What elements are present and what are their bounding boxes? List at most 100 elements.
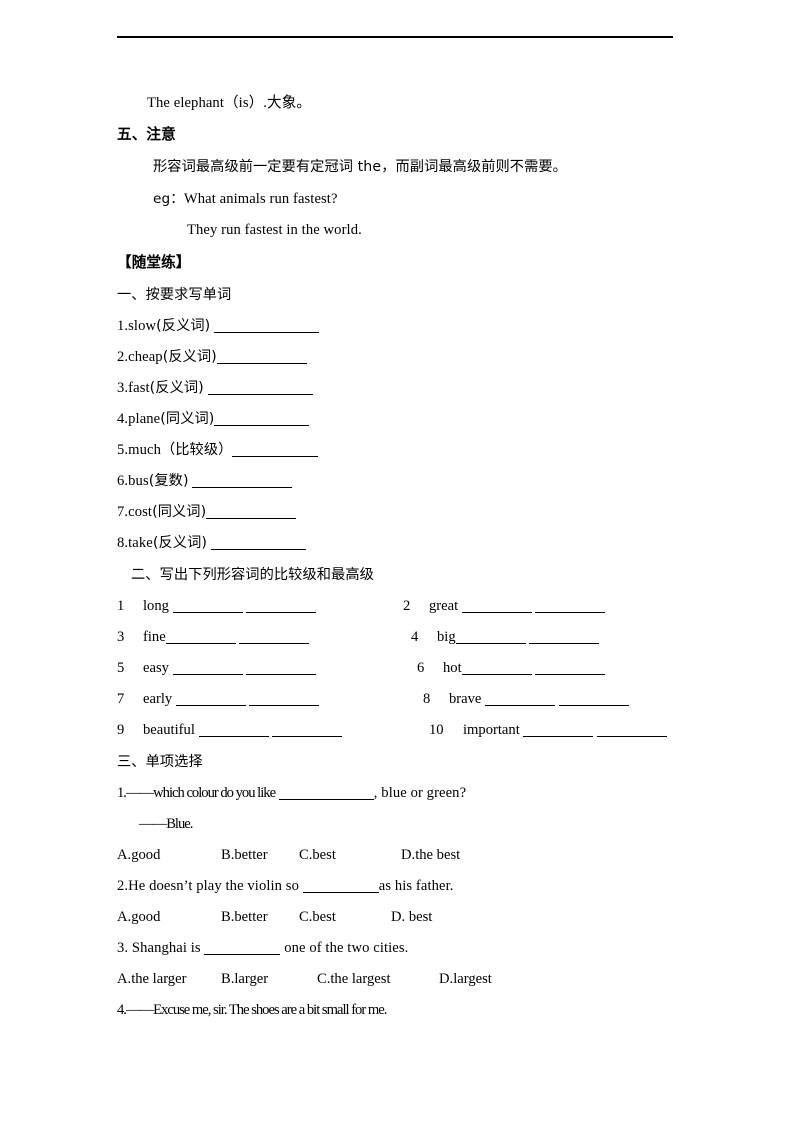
- mcq-question-2: 2.He doesn’t play the violin so as his f…: [117, 871, 677, 902]
- item-number: 2: [403, 598, 411, 614]
- example-sentence-line: The elephant（is）.大象。: [117, 88, 677, 119]
- mcq-option-a[interactable]: A.the larger: [117, 964, 221, 995]
- mcq-option-a[interactable]: A.good: [117, 840, 221, 871]
- answer-blank[interactable]: [207, 380, 313, 395]
- word-item-word: cost: [128, 504, 153, 520]
- note-body-line: 形容词最高级前一定要有定冠词 the，而副词最高级前则不需要。: [117, 151, 677, 184]
- mcq-option-b[interactable]: B.better: [221, 902, 299, 933]
- item-word: big: [437, 629, 456, 645]
- comparatives-right-cell: 6 hot: [417, 653, 606, 684]
- item-word: beautiful: [143, 722, 195, 738]
- comparatives-left-cell: 7 early: [117, 684, 320, 715]
- mcq-q3-options: A.the larger B.larger C.the largest D.large…: [117, 964, 677, 995]
- answer-blank[interactable]: [214, 318, 320, 333]
- mcq-option-d[interactable]: D. best: [391, 902, 432, 933]
- mcq-option-d[interactable]: D.the best: [401, 840, 460, 871]
- superlative-blank[interactable]: [535, 598, 606, 613]
- mcq-option-b[interactable]: B.better: [221, 840, 299, 871]
- word-item-hint: (反义词): [156, 318, 211, 334]
- comparative-blank[interactable]: [165, 629, 236, 644]
- word-item-num: 6.: [117, 473, 129, 489]
- word-item-hint: (反义词): [152, 535, 208, 551]
- comparatives-left-cell: 5 easy: [117, 653, 317, 684]
- comparative-blank[interactable]: [523, 722, 594, 737]
- comparatives-left-cell: 9 beautiful: [117, 715, 343, 746]
- item-word: important: [463, 722, 520, 738]
- word-item-5: 5.much（比较级）: [117, 435, 677, 466]
- comparatives-left-cell: 1 long: [117, 591, 317, 622]
- mcq-option-c[interactable]: C.best: [299, 840, 401, 871]
- document-page: The elephant（is）.大象。 五、注意 形容词最高级前一定要有定冠词…: [0, 0, 794, 1123]
- word-item-hint: (反义词): [149, 380, 204, 396]
- mcq-q3-blank[interactable]: [204, 940, 281, 955]
- section-two-heading-text: 二、写出下列形容词的比较级和最高级: [131, 567, 374, 583]
- superlative-blank[interactable]: [558, 691, 629, 706]
- mcq-q1-reply-text: ——Blue.: [139, 816, 193, 832]
- answer-blank[interactable]: [192, 473, 293, 488]
- mcq-option-c[interactable]: C.the largest: [317, 964, 439, 995]
- item-word: long: [143, 598, 169, 614]
- eg-answer-text: They run fastest in the world.: [187, 222, 362, 238]
- mcq-question-4: 4.——Excuse me, sir. The shoes are a bit …: [117, 995, 677, 1026]
- comparative-blank[interactable]: [198, 722, 269, 737]
- item-number: 4: [411, 629, 419, 645]
- eg-question-text: What animals run fastest?: [183, 191, 338, 207]
- mcq-option-b[interactable]: B.larger: [221, 964, 317, 995]
- superlative-blank[interactable]: [246, 660, 317, 675]
- note-heading-text: 五、注意: [117, 126, 176, 143]
- answer-blank[interactable]: [214, 411, 310, 426]
- note-body-text: 形容词最高级前一定要有定冠词 the，而副词最高级前则不需要。: [153, 159, 567, 175]
- section-three-heading: 三、单项选择: [117, 746, 677, 778]
- word-item-4: 4.plane(同义词): [117, 404, 677, 435]
- mcq-q3-text-part1: 3. Shanghai is: [117, 940, 201, 956]
- section-one-heading-text: 一、按要求写单词: [117, 287, 232, 303]
- answer-blank[interactable]: [232, 442, 319, 457]
- mcq-q3-text-part2: one of the two cities.: [284, 940, 409, 956]
- comparative-blank[interactable]: [172, 660, 243, 675]
- superlative-blank[interactable]: [529, 629, 600, 644]
- superlative-blank[interactable]: [246, 598, 317, 613]
- word-item-hint: (反义词): [162, 349, 217, 365]
- answer-blank[interactable]: [216, 349, 307, 364]
- mcq-option-c[interactable]: C.best: [299, 902, 391, 933]
- eg-label: eg：: [153, 191, 184, 207]
- superlative-blank[interactable]: [535, 660, 606, 675]
- comparatives-right-cell: 8 brave: [423, 684, 629, 715]
- word-item-3: 3.fast(反义词): [117, 373, 677, 404]
- word-item-2: 2.cheap(反义词): [117, 342, 677, 373]
- comparative-blank[interactable]: [461, 598, 532, 613]
- item-word: early: [143, 691, 173, 707]
- superlative-blank[interactable]: [249, 691, 320, 706]
- word-item-7: 7.cost(同义词): [117, 497, 677, 528]
- answer-blank[interactable]: [206, 504, 297, 519]
- answer-blank[interactable]: [210, 535, 306, 550]
- mcq-question-3: 3. Shanghai is one of the two cities.: [117, 933, 677, 964]
- comparative-blank[interactable]: [455, 629, 526, 644]
- comparative-blank[interactable]: [485, 691, 556, 706]
- word-item-hint: (同义词): [152, 504, 207, 520]
- example-label-line: eg：What animals run fastest?: [117, 184, 677, 215]
- comparatives-right-cell: 2 great: [403, 591, 606, 622]
- item-number: 3: [117, 629, 125, 645]
- mcq-q2-options: A.good B.better C.best D. best: [117, 902, 677, 933]
- header-divider-rule: [117, 36, 673, 38]
- word-item-num: 8.: [117, 535, 129, 551]
- document-content: The elephant（is）.大象。 五、注意 形容词最高级前一定要有定冠词…: [117, 88, 677, 1026]
- superlative-blank[interactable]: [272, 722, 343, 737]
- comparative-blank[interactable]: [461, 660, 532, 675]
- item-word: brave: [449, 691, 482, 707]
- word-item-num: 1.: [117, 318, 129, 334]
- superlative-blank[interactable]: [597, 722, 668, 737]
- word-item-word: take: [128, 535, 153, 551]
- mcq-q2-blank[interactable]: [302, 878, 379, 893]
- comparative-blank[interactable]: [172, 598, 243, 613]
- mcq-option-a[interactable]: A.good: [117, 902, 221, 933]
- word-item-num: 7.: [117, 504, 129, 520]
- word-item-8: 8.take(反义词): [117, 528, 677, 559]
- mcq-option-d[interactable]: D.largest: [439, 964, 492, 995]
- mcq-q1-blank[interactable]: [278, 785, 374, 800]
- word-item-num: 3.: [117, 380, 129, 396]
- superlative-blank[interactable]: [239, 629, 310, 644]
- comparative-blank[interactable]: [175, 691, 246, 706]
- word-item-hint: （比较级）: [160, 442, 233, 458]
